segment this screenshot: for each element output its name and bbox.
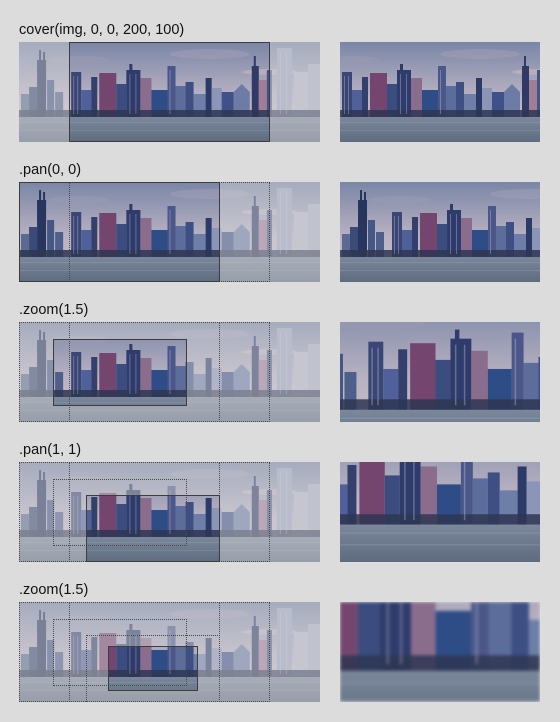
visible-region <box>86 496 220 562</box>
result-panel <box>340 322 540 422</box>
visible-region <box>108 646 197 690</box>
step-row-5: .zoom(1.5) <box>0 582 560 722</box>
visible-region <box>53 339 187 405</box>
result-panel <box>340 462 540 562</box>
step-row-2: .pan(0, 0) <box>0 162 560 302</box>
source-image-panel <box>19 602 320 702</box>
visible-region <box>19 182 220 282</box>
step-row-3: .zoom(1.5) <box>0 302 560 442</box>
step-label: .zoom(1.5) <box>19 582 89 598</box>
result-panel <box>340 602 540 702</box>
result-panel <box>340 182 540 282</box>
step-row-4: .pan(1, 1) <box>0 442 560 582</box>
source-image-panel <box>19 182 320 282</box>
step-label: .zoom(1.5) <box>19 302 89 318</box>
step-row-1: cover(img, 0, 0, 200, 100) <box>0 22 560 162</box>
result-image <box>340 42 540 142</box>
visible-region <box>69 42 269 142</box>
source-image-panel <box>19 42 320 142</box>
result-panel <box>340 42 540 142</box>
step-label: cover(img, 0, 0, 200, 100) <box>19 22 185 38</box>
source-image-panel <box>19 322 320 422</box>
step-label: .pan(0, 0) <box>19 162 82 178</box>
source-image-panel <box>19 462 320 562</box>
step-label: .pan(1, 1) <box>19 442 82 458</box>
